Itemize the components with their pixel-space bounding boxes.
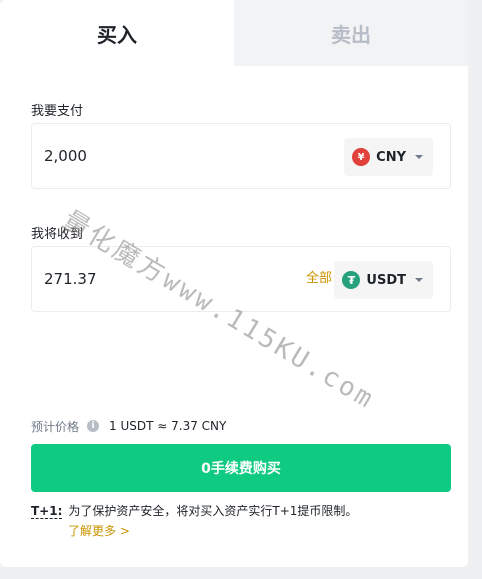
- pay-amount-input[interactable]: 2,000: [44, 124, 244, 188]
- trade-card: 买入 卖出 我要支付 2,000 ¥ CNY 我将收到 271.37 全部 ₮ …: [0, 0, 468, 567]
- pay-label: 我要支付: [31, 104, 84, 119]
- receive-label: 我将收到: [31, 227, 84, 242]
- trade-tabs: 买入 卖出: [0, 0, 468, 66]
- chevron-down-icon: [415, 278, 423, 282]
- estimated-price-label: 预计价格: [31, 419, 80, 434]
- pay-currency-select[interactable]: ¥ CNY: [344, 138, 433, 176]
- receive-amount-field[interactable]: 271.37 全部 ₮ USDT: [31, 246, 451, 312]
- yuan-coin-icon: ¥: [352, 148, 371, 166]
- estimated-price-value: 1 USDT ≈ 7.37 CNY: [109, 419, 227, 433]
- tab-buy[interactable]: 买入: [0, 0, 234, 66]
- receive-currency-select[interactable]: ₮ USDT: [334, 261, 433, 299]
- t1-notice: T+1: 为了保护资产安全，将对买入资产实行T+1提币限制。: [31, 502, 451, 520]
- all-button[interactable]: 全部: [306, 247, 332, 311]
- pay-amount-field[interactable]: 2,000 ¥ CNY: [31, 123, 451, 189]
- buy-button[interactable]: 0手续费购买: [31, 444, 451, 492]
- t1-notice-text: 为了保护资产安全，将对买入资产实行T+1提币限制。: [68, 504, 358, 518]
- estimated-price-row: 预计价格 i 1 USDT ≈ 7.37 CNY: [31, 417, 226, 435]
- t1-tag: T+1:: [31, 504, 63, 519]
- receive-amount-input[interactable]: 271.37: [44, 247, 244, 311]
- tab-sell[interactable]: 卖出: [234, 0, 468, 66]
- receive-currency-code: USDT: [366, 272, 406, 288]
- pay-currency-code: CNY: [376, 149, 406, 165]
- info-icon[interactable]: i: [87, 420, 100, 432]
- chevron-down-icon: [415, 155, 423, 159]
- learn-more-link[interactable]: 了解更多 >: [68, 522, 130, 539]
- tether-coin-icon: ₮: [342, 271, 361, 289]
